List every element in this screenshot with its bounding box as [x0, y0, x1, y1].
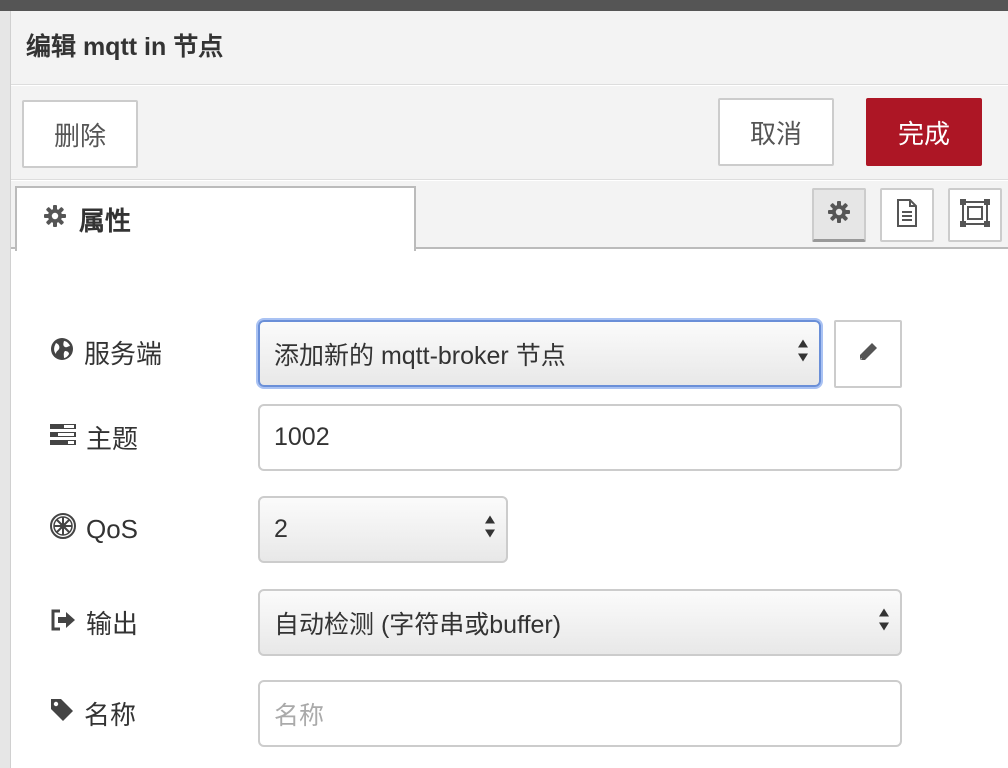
cog-icon [827, 200, 851, 229]
tab-appearance-button[interactable] [948, 188, 1002, 242]
output-select-value: 自动检测 (字符串或buffer) [274, 610, 562, 639]
name-input[interactable]: 名称 [258, 680, 902, 747]
qos-label: QoS [86, 513, 139, 544]
select-arrows-icon [797, 337, 809, 370]
topic-input-value: 1002 [274, 423, 330, 451]
qos-row-label: QoS [50, 511, 138, 547]
file-text-icon [895, 198, 919, 232]
name-label: 名称 [84, 699, 137, 730]
panel-left-edge [0, 11, 11, 768]
qos-select-value: 2 [274, 515, 288, 543]
topic-input[interactable]: 1002 [258, 404, 902, 471]
tab-description-button[interactable] [880, 188, 934, 242]
tab-properties[interactable]: 属性 [15, 186, 416, 251]
cog-icon [43, 204, 79, 235]
select-arrows-icon [484, 513, 496, 546]
cancel-button[interactable]: 取消 [718, 98, 834, 166]
empire-icon [50, 512, 86, 546]
tasks-icon [50, 422, 86, 453]
qos-select[interactable]: 2 [258, 496, 508, 563]
output-select[interactable]: 自动检测 (字符串或buffer) [258, 589, 902, 656]
pencil-icon [857, 339, 879, 370]
topic-label: 主题 [86, 423, 139, 454]
done-button[interactable]: 完成 [866, 98, 982, 166]
select-arrows-icon [878, 606, 890, 639]
window-top-bar [0, 0, 1008, 11]
edit-server-button[interactable] [834, 320, 902, 388]
tab-properties-label: 属性 [79, 206, 132, 236]
server-label: 服务端 [84, 338, 163, 369]
tab-settings-button[interactable] [812, 188, 866, 242]
output-row-label: 输出 [50, 604, 138, 640]
server-select[interactable]: 添加新的 mqtt-broker 节点 [258, 320, 821, 387]
dialog-toolbar [11, 86, 1008, 180]
dialog-title: 编辑 mqtt in 节点 [26, 33, 224, 61]
server-select-value: 添加新的 mqtt-broker 节点 [274, 341, 566, 370]
name-input-placeholder: 名称 [274, 701, 325, 730]
sign-out-icon [50, 607, 86, 638]
object-group-icon [960, 198, 990, 232]
name-row-label: 名称 [50, 695, 136, 731]
output-label: 输出 [86, 608, 139, 639]
topic-row-label: 主题 [50, 419, 138, 455]
server-row-label: 服务端 [50, 334, 162, 370]
globe-icon [50, 337, 84, 368]
tag-icon [50, 698, 84, 729]
delete-button[interactable]: 删除 [22, 100, 138, 168]
